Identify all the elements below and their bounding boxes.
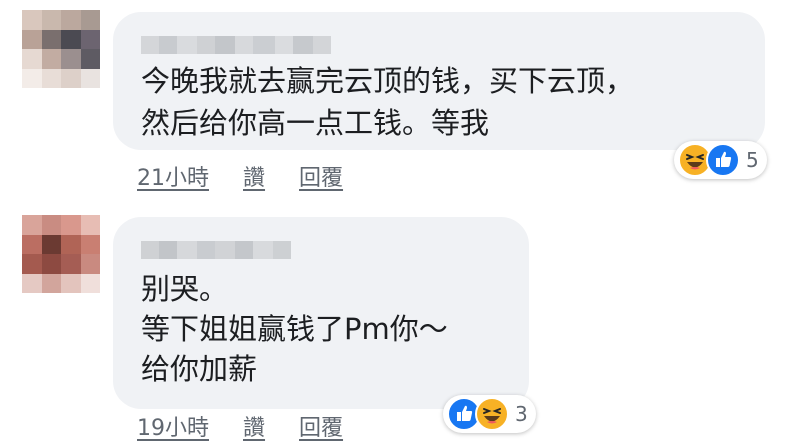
like-icon [706, 143, 740, 177]
like-link[interactable]: 讚 [243, 160, 265, 192]
comment-text: 今晚我就去赢完云顶的钱，买下云顶， 然后给你高一点工钱。等我 [141, 64, 635, 140]
like-link[interactable]: 讚 [243, 410, 265, 442]
comment-bubble: 今晚我就去赢完云顶的钱，买下云顶， 然后给你高一点工钱。等我 [113, 12, 765, 150]
reaction-count: 5 [746, 148, 759, 172]
comment-timestamp[interactable]: 19小時 [137, 410, 209, 442]
comment-text: 别哭。 等下姐姐赢钱了Pm你～ 给你加薪 [141, 272, 448, 386]
comment-bubble: 别哭。 等下姐姐赢钱了Pm你～ 给你加薪 [113, 217, 529, 409]
avatar[interactable] [22, 215, 100, 293]
comment: 今晚我就去赢完云顶的钱，买下云顶， 然后给你高一点工钱。等我 21小時 讚 回覆… [0, 0, 800, 200]
reaction-summary[interactable]: 5 [674, 141, 767, 179]
reply-link[interactable]: 回覆 [299, 410, 343, 442]
reaction-summary[interactable]: 3 [443, 395, 536, 433]
haha-icon [475, 397, 509, 431]
author-name-blurred[interactable] [141, 36, 331, 54]
author-name-blurred[interactable] [141, 241, 291, 259]
reply-link[interactable]: 回覆 [299, 160, 343, 192]
comment-meta: 21小時 讚 回覆 [137, 160, 343, 192]
comment: 别哭。 等下姐姐赢钱了Pm你～ 给你加薪 19小時 讚 回覆 3 [0, 205, 800, 447]
comment-timestamp[interactable]: 21小時 [137, 160, 209, 192]
comment-meta: 19小時 讚 回覆 [137, 410, 343, 442]
reaction-count: 3 [515, 402, 528, 426]
avatar[interactable] [22, 10, 100, 88]
